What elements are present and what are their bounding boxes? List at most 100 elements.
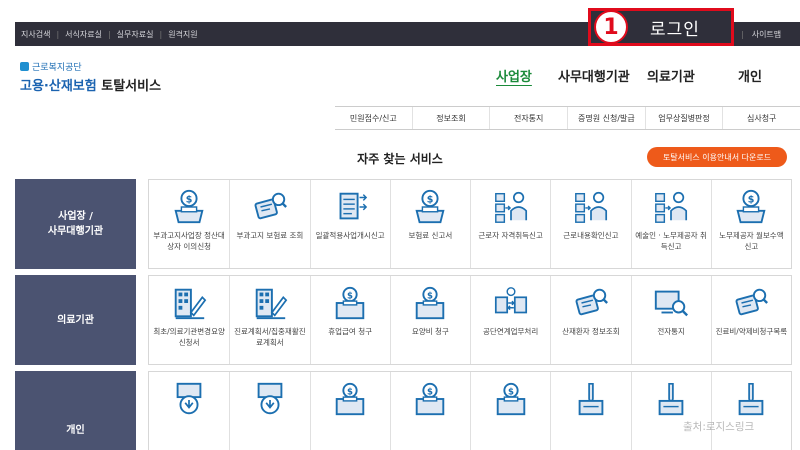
- logo-mark-icon: [20, 62, 29, 71]
- site-logo[interactable]: 근로복지공단 고용·산재보험 토탈서비스: [20, 60, 161, 94]
- service-item[interactable]: $ 부과고지사업장 정산대상자 이의신청: [149, 180, 229, 268]
- sitemap-label: 사이트맵: [751, 29, 782, 39]
- service-item[interactable]: $: [470, 372, 550, 450]
- guide-download-button[interactable]: 토탈서비스 이용안내서 다운로드: [647, 147, 787, 167]
- people-chart-icon: [572, 188, 610, 226]
- service-item[interactable]: 최초/의료기관변경요양신청서: [149, 276, 229, 364]
- exchange-icon: [492, 284, 530, 322]
- gnb-medical[interactable]: 의료기관: [647, 66, 695, 85]
- gnb-agency[interactable]: 사무대행기관: [558, 66, 630, 85]
- page: 지사검색 | 서식자료실 | 실무자료실 | 원격지원 | 사이트맵 1 로그인…: [0, 0, 800, 450]
- service-item[interactable]: 근로내용확인신고: [550, 180, 630, 268]
- login-button[interactable]: 1 로그인: [588, 8, 734, 46]
- svg-text:$: $: [347, 291, 353, 301]
- row-label-medical[interactable]: 의료기관: [15, 275, 136, 365]
- gnb-personal[interactable]: 개인: [738, 66, 762, 85]
- people-chart-icon: [652, 188, 690, 226]
- service-item-label: 근로내용확인신고: [563, 231, 619, 240]
- submenu-info-inquiry[interactable]: 정보조회: [411, 107, 490, 129]
- service-item[interactable]: 진료비/약제비청구목록: [710, 276, 791, 364]
- coin-box-icon: $: [331, 284, 369, 322]
- service-item[interactable]: 일괄적용사업개시신고: [309, 180, 390, 268]
- service-item[interactable]: [229, 372, 309, 450]
- service-item[interactable]: [710, 372, 791, 450]
- coin-bank-icon: $: [170, 188, 208, 226]
- service-item-label: 일괄적용사업개시신고: [315, 231, 385, 240]
- service-item-label: 근로자 자격취득신고: [478, 231, 543, 240]
- pen-doc-icon: [732, 380, 770, 418]
- svg-text:$: $: [508, 387, 514, 397]
- logo-org-name: 근로복지공단: [32, 63, 82, 73]
- coin-box-icon: $: [492, 380, 530, 418]
- svg-text:$: $: [186, 194, 193, 205]
- service-item[interactable]: 산재환자 정보조회: [550, 276, 630, 364]
- service-item-label: 부과고지사업장 정산대상자 이의신청: [153, 231, 225, 251]
- login-label: 로그인: [650, 19, 700, 40]
- pen-doc-icon: [652, 380, 690, 418]
- logo-title-blue: 고용·산재보험: [20, 79, 97, 94]
- service-item[interactable]: 진료계획서/집중재활진료계획서: [229, 276, 309, 364]
- utility-link-remote-support[interactable]: 원격지원: [162, 29, 203, 40]
- doc-download-icon: [170, 380, 208, 418]
- service-item[interactable]: $: [389, 372, 470, 450]
- service-item-label: 요양비 청구: [411, 327, 449, 336]
- service-item[interactable]: 전자통지: [630, 276, 711, 364]
- service-item[interactable]: [550, 372, 630, 450]
- building-pen-icon: [170, 284, 208, 322]
- svg-text:$: $: [427, 291, 433, 301]
- row-label-workplace[interactable]: 사업장 / 사무대행기관: [15, 179, 136, 269]
- service-item[interactable]: $ 휴업급여 청구: [309, 276, 390, 364]
- submenu-disease-judgment[interactable]: 업무상질병판정: [644, 107, 723, 129]
- service-item[interactable]: 공단연계업무처리: [470, 276, 550, 364]
- logo-title-dark: 토탈서비스: [101, 79, 162, 94]
- service-item-label: 최초/의료기관변경요양신청서: [153, 327, 225, 347]
- coin-box-icon: $: [411, 380, 449, 418]
- service-item[interactable]: 근로자 자격취득신고: [470, 180, 550, 268]
- service-item-label: 노무제공자 월보수액 신고: [719, 231, 784, 251]
- svg-text:$: $: [427, 387, 433, 397]
- submenu-e-notice[interactable]: 전자통지: [489, 107, 567, 129]
- svg-text:$: $: [748, 194, 755, 205]
- row-label-line: 의료기관: [57, 314, 94, 326]
- gnb-workplace[interactable]: 사업장: [496, 66, 532, 85]
- submenu-certificate[interactable]: 증명원 신청/발급: [567, 107, 645, 129]
- doc-download-icon: [251, 380, 289, 418]
- service-item[interactable]: [630, 372, 711, 450]
- service-item-label: 부과고지 보험료 조회: [236, 231, 304, 240]
- utility-link-forms[interactable]: 서식자료실: [59, 29, 108, 40]
- row-label-line: 사무대행기관: [47, 226, 104, 237]
- service-item-label: 전자통지: [657, 327, 685, 336]
- step-number-badge: 1: [594, 10, 628, 44]
- coin-box-icon: $: [411, 284, 449, 322]
- service-grid-workplace: $ 부과고지사업장 정산대상자 이의신청 부과고지 보험료 조회 일괄적용사업개시신고…: [148, 179, 792, 269]
- sub-menu: 민원접수/신고 정보조회 전자통지 증명원 신청/발급 업무상질병판정 심사청구: [335, 106, 800, 130]
- utility-link-branch-search[interactable]: 지사검색: [15, 29, 56, 40]
- service-grid-medical: 최초/의료기관변경요양신청서 진료계획서/집중재활진료계획서 $ 휴업급여 청구 $ 요양…: [148, 275, 792, 365]
- coin-bank-icon: $: [411, 188, 449, 226]
- service-grid-personal: $ $ $: [148, 371, 792, 450]
- pen-doc-icon: [572, 380, 610, 418]
- row-label-personal[interactable]: 개인: [15, 371, 136, 450]
- service-item[interactable]: 부과고지 보험료 조회: [229, 180, 309, 268]
- service-item-label: 예술인 · 노무제공자 취득신고: [635, 231, 707, 251]
- service-item[interactable]: $ 요양비 청구: [389, 276, 470, 364]
- submenu-review-request[interactable]: 심사청구: [722, 107, 800, 129]
- service-item-label: 진료계획서/집중재활진료계획서: [234, 327, 306, 347]
- row-label-line: 개인: [66, 425, 85, 436]
- service-item[interactable]: [149, 372, 229, 450]
- service-item[interactable]: $ 노무제공자 월보수액 신고: [710, 180, 791, 268]
- service-item[interactable]: $: [309, 372, 390, 450]
- coin-box-icon: $: [331, 380, 369, 418]
- document-arrows-icon: [331, 188, 369, 226]
- service-item-label: 공단연계업무처리: [483, 327, 539, 336]
- building-pen-icon: [251, 284, 289, 322]
- coin-bank-icon: $: [732, 188, 770, 226]
- service-item-label: 진료비/약제비청구목록: [715, 327, 788, 336]
- utility-link-practice-docs[interactable]: 실무자료실: [111, 29, 160, 40]
- search-card-icon: [732, 284, 770, 322]
- row-label-line: 사업장 /: [58, 211, 93, 222]
- service-item[interactable]: 예술인 · 노무제공자 취득신고: [630, 180, 711, 268]
- service-item[interactable]: $ 보험료 신고서: [389, 180, 470, 268]
- submenu-complaint[interactable]: 민원접수/신고: [335, 107, 412, 129]
- sitemap-link[interactable]: | 사이트맵: [741, 22, 781, 46]
